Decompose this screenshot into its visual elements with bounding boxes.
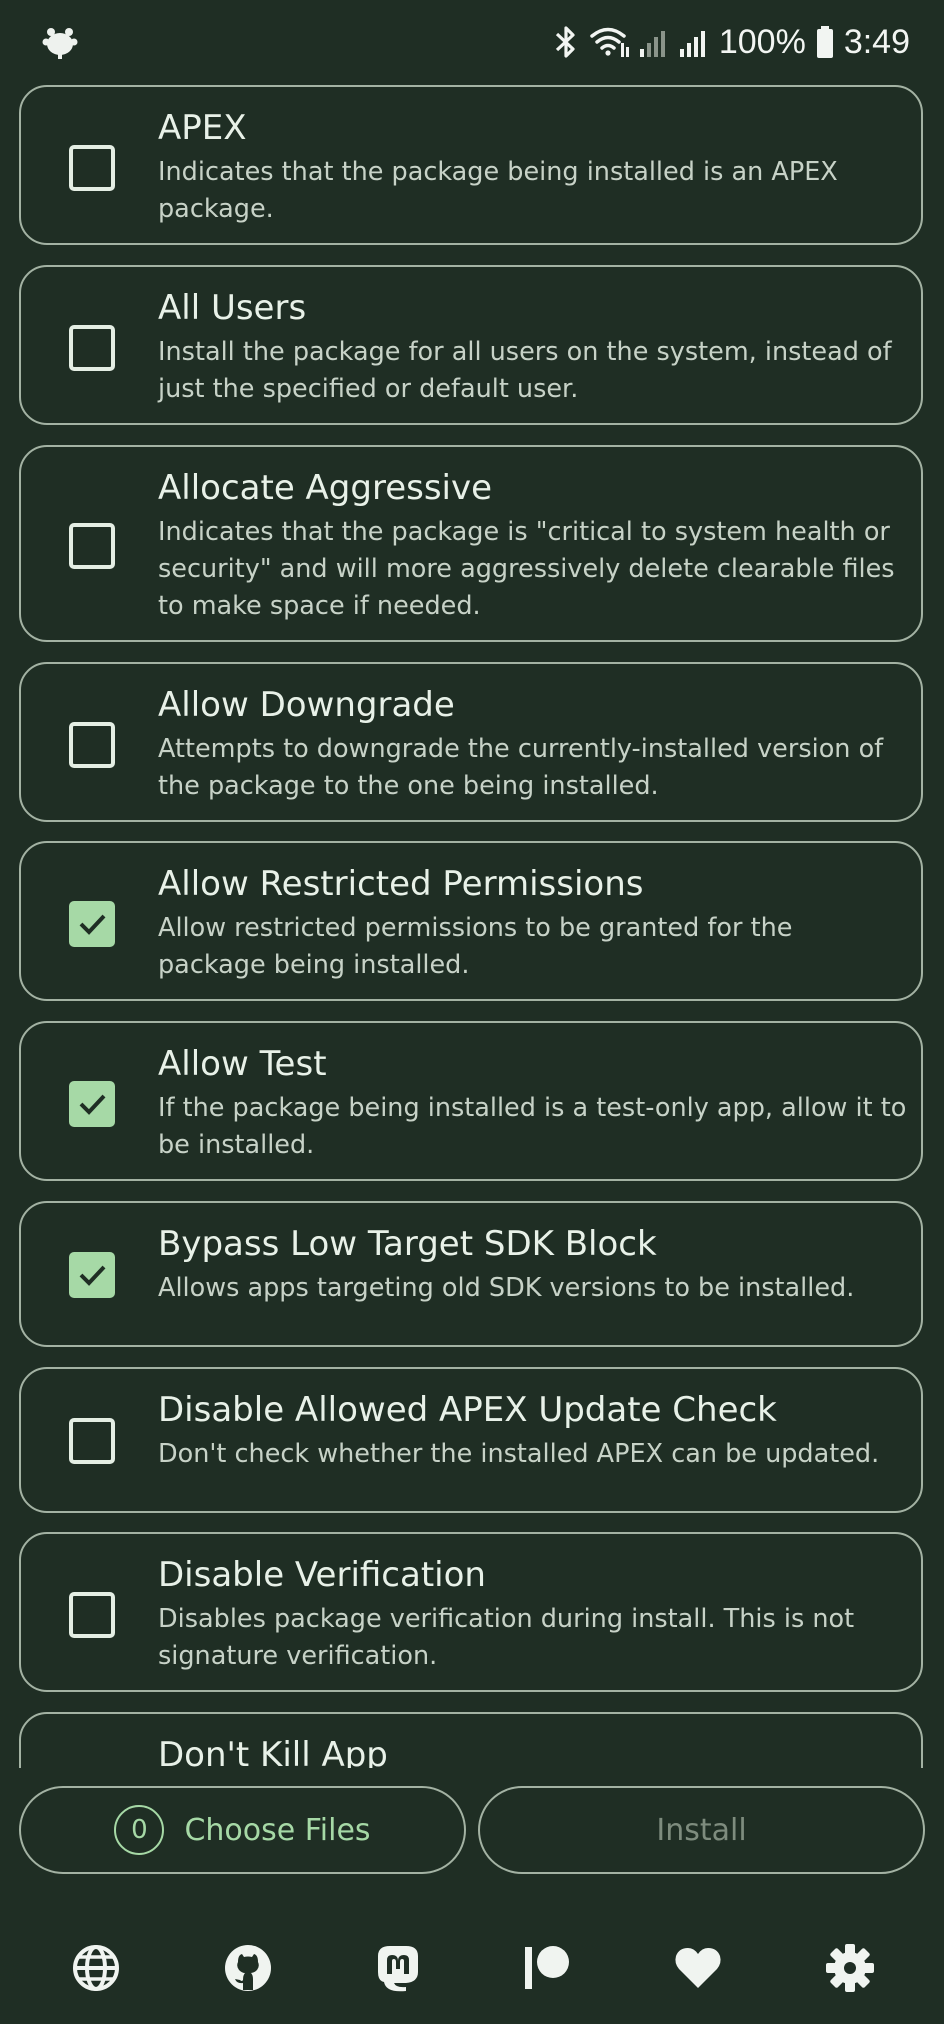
github-icon[interactable] xyxy=(222,1942,274,1994)
option-card-apex[interactable]: APEX Indicates that the package being in… xyxy=(19,85,923,245)
option-card-allocate-aggressive[interactable]: Allocate Aggressive Indicates that the p… xyxy=(19,445,923,642)
option-card-all-users[interactable]: All Users Install the package for all us… xyxy=(19,265,923,425)
option-description: If the package being installed is a test… xyxy=(158,1093,907,1160)
checkmark-icon xyxy=(79,1265,106,1286)
app-notification-icon xyxy=(42,24,78,60)
option-title: Bypass Low Target SDK Block xyxy=(158,1224,657,1264)
battery-percent: 100% xyxy=(718,22,806,61)
apex-checkbox[interactable] xyxy=(69,145,115,191)
option-card-allow-restricted-permissions[interactable]: Allow Restricted Permissions Allow restr… xyxy=(19,841,923,1001)
signal-icon-2 xyxy=(679,25,709,59)
action-bar: 0 Choose Files Install xyxy=(0,1768,944,1888)
status-bar: 100% 3:49 xyxy=(0,0,944,84)
option-description: Indicates that the package is "critical … xyxy=(158,517,895,621)
bluetooth-icon xyxy=(553,25,579,59)
allocate-aggressive-checkbox[interactable] xyxy=(69,523,115,569)
option-title: Allow Test xyxy=(158,1044,327,1084)
option-title: All Users xyxy=(158,288,307,328)
option-card-disable-verification[interactable]: Disable Verification Disables package ve… xyxy=(19,1532,923,1692)
option-card-bypass-low-target-sdk-block[interactable]: Bypass Low Target SDK Block Allows apps … xyxy=(19,1201,923,1347)
option-title: Allow Restricted Permissions xyxy=(158,864,644,904)
option-title: Allow Downgrade xyxy=(158,685,455,725)
install-options-list[interactable]: APEX Indicates that the package being in… xyxy=(0,84,944,1768)
disable-allowed-apex-update-check-checkbox[interactable] xyxy=(69,1418,115,1464)
globe-icon[interactable] xyxy=(70,1942,122,1994)
patreon-icon[interactable] xyxy=(522,1942,574,1994)
install-label: Install xyxy=(656,1812,747,1848)
option-title: Disable Verification xyxy=(158,1555,486,1595)
option-description: Allows apps targeting old SDK versions t… xyxy=(158,1273,855,1303)
signal-icon-1 xyxy=(639,25,669,59)
clock: 3:49 xyxy=(843,22,910,61)
option-description: Install the package for all users on the… xyxy=(158,337,892,404)
option-title: Don't Kill App xyxy=(158,1735,388,1768)
gear-icon[interactable] xyxy=(824,1942,876,1994)
bypass-low-target-sdk-block-checkbox[interactable] xyxy=(69,1252,115,1298)
option-description: Indicates that the package being install… xyxy=(158,157,838,224)
choose-files-button[interactable]: 0 Choose Files xyxy=(19,1786,466,1874)
option-card-allow-downgrade[interactable]: Allow Downgrade Attempts to downgrade th… xyxy=(19,662,923,822)
option-description: Allow restricted permissions to be grant… xyxy=(158,913,793,980)
option-description: Disables package verification during ins… xyxy=(158,1604,855,1671)
checkmark-icon xyxy=(79,1094,106,1115)
option-title: Disable Allowed APEX Update Check xyxy=(158,1390,777,1430)
mastodon-icon[interactable] xyxy=(372,1942,424,1994)
option-card-disable-allowed-apex-update-check[interactable]: Disable Allowed APEX Update Check Don't … xyxy=(19,1367,923,1513)
allow-test-checkbox[interactable] xyxy=(69,1081,115,1127)
option-title: Allocate Aggressive xyxy=(158,468,493,508)
option-description: Don't check whether the installed APEX c… xyxy=(158,1439,880,1469)
option-card-dont-kill-app[interactable]: Don't Kill App xyxy=(19,1712,923,1768)
install-button[interactable]: Install xyxy=(478,1786,925,1874)
choose-files-label: Choose Files xyxy=(184,1812,371,1848)
allow-downgrade-checkbox[interactable] xyxy=(69,722,115,768)
file-count-badge: 0 xyxy=(114,1805,165,1855)
checkmark-icon xyxy=(79,914,106,935)
bottom-navigation xyxy=(0,1930,944,2010)
wifi-icon xyxy=(589,25,629,59)
all-users-checkbox[interactable] xyxy=(69,325,115,371)
option-title: APEX xyxy=(158,108,247,148)
option-card-allow-test[interactable]: Allow Test If the package being installe… xyxy=(19,1021,923,1181)
disable-verification-checkbox[interactable] xyxy=(69,1592,115,1638)
allow-restricted-permissions-checkbox[interactable] xyxy=(69,901,115,947)
option-description: Attempts to downgrade the currently-inst… xyxy=(158,734,884,801)
battery-icon xyxy=(816,25,834,59)
heart-icon[interactable] xyxy=(672,1942,724,1994)
